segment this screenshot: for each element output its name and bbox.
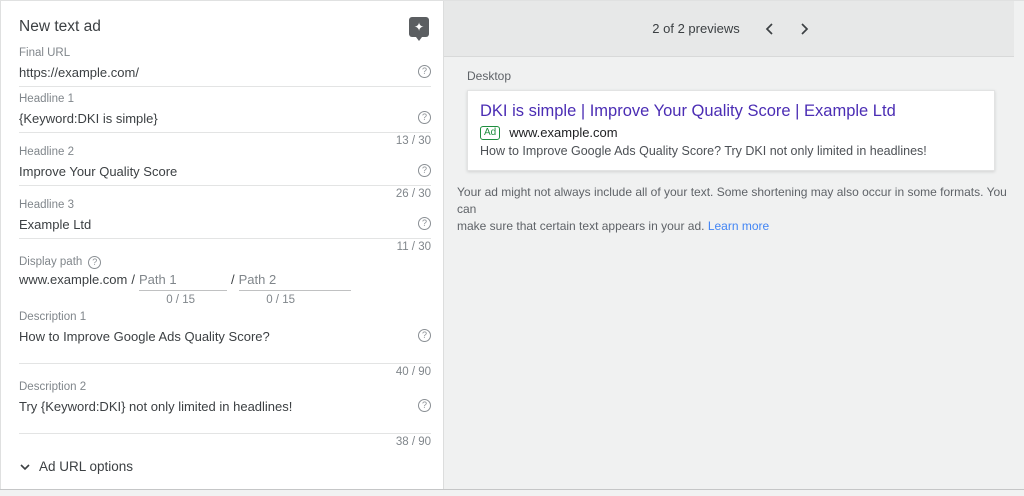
ad-preview-display-url: www.example.com [509, 125, 618, 140]
form-title: New text ad [19, 18, 101, 35]
ad-preview-panel: 2 of 2 previews Desktop DKI is simple | … [444, 1, 1024, 489]
path-2-char-counter: 0 / 15 [266, 294, 295, 306]
ad-preview-headline: DKI is simple | Improve Your Quality Sco… [480, 102, 896, 120]
headline-1-label: Headline 1 [19, 93, 74, 105]
display-path-help-icon[interactable] [88, 256, 102, 269]
final-url-label: Final URL [19, 47, 71, 59]
display-path-base-url: www.example.com [19, 272, 128, 287]
divider [19, 363, 431, 364]
divider [19, 433, 431, 434]
ad-url-options-label: Ad URL options [39, 459, 134, 474]
path-separator: / [231, 272, 235, 287]
preview-pager-bar: 2 of 2 previews [444, 1, 1024, 57]
headline-2-label: Headline 2 [19, 146, 74, 158]
headline-3-input[interactable]: Example Ltd [19, 217, 91, 232]
learn-more-link[interactable]: Learn more [708, 219, 769, 233]
ad-badge: Ad [480, 125, 501, 140]
preview-pager-text: 2 of 2 previews [652, 21, 740, 36]
description-2-label: Description 2 [19, 381, 87, 393]
ad-url-options-toggle[interactable]: Ad URL options [19, 459, 431, 474]
disclaimer-line-2: make sure that certain text appears in y… [457, 219, 705, 233]
path-2-input[interactable]: Path 2 [238, 272, 351, 291]
previous-preview-button[interactable] [758, 17, 782, 41]
final-url-input[interactable]: https://example.com/ [19, 65, 139, 80]
path-separator: / [131, 272, 135, 287]
preview-body: Desktop DKI is simple | Improve Your Qua… [444, 57, 1024, 235]
display-path-label: Display path [19, 256, 83, 268]
path-1-input[interactable]: Path 1 [139, 272, 227, 291]
description-2-input[interactable]: Try {Keyword:DKI} not only limited in he… [19, 399, 292, 414]
text-ad-form-panel: New text ad Final URL https://example.co… [0, 1, 444, 489]
headline-1-char-counter: 13 / 30 [395, 135, 431, 147]
preview-disclaimer: Your ad might not always include all of … [457, 184, 1024, 235]
ad-suggestion-sparkle-icon[interactable] [409, 17, 429, 41]
description-1-char-counter: 40 / 90 [395, 366, 431, 378]
chevron-right-icon [801, 22, 808, 35]
field-description-2: Description 2 Try {Keyword:DKI} not only… [19, 381, 431, 448]
headline-2-input[interactable]: Improve Your Quality Score [19, 164, 177, 179]
next-preview-button[interactable] [792, 17, 816, 41]
description-1-input[interactable]: How to Improve Google Ads Quality Score? [19, 329, 270, 344]
ad-preview-description: How to Improve Google Ads Quality Score?… [480, 144, 927, 158]
description-2-char-counter: 38 / 90 [395, 436, 431, 448]
ad-preview-card: DKI is simple | Improve Your Quality Sco… [467, 90, 995, 171]
field-headline-1: Headline 1 {Keyword:DKI is simple} 13 / … [19, 93, 431, 147]
headline-1-input[interactable]: {Keyword:DKI is simple} [19, 111, 158, 126]
path-1-char-counter: 0 / 15 [166, 294, 195, 306]
divider [19, 185, 431, 186]
field-description-1: Description 1 How to Improve Google Ads … [19, 311, 431, 378]
field-headline-2: Headline 2 Improve Your Quality Score 26… [19, 146, 431, 200]
divider [19, 132, 431, 133]
headline-2-char-counter: 26 / 30 [395, 188, 431, 200]
field-display-path: Display path www.example.com / Path 1 / … [19, 256, 431, 306]
description-1-help-icon[interactable] [418, 329, 431, 342]
field-headline-3: Headline 3 Example Ltd 11 / 30 [19, 199, 431, 253]
headline-3-help-icon[interactable] [418, 217, 431, 230]
disclaimer-line-1: Your ad might not always include all of … [457, 185, 1007, 216]
chevron-down-icon [20, 463, 30, 470]
divider [19, 238, 431, 239]
headline-3-label: Headline 3 [19, 199, 74, 211]
divider [19, 86, 431, 87]
scrollbar-track[interactable] [1014, 1, 1024, 489]
chevron-left-icon [765, 22, 773, 35]
final-url-help-icon[interactable] [418, 65, 431, 78]
headline-3-char-counter: 11 / 30 [396, 241, 431, 253]
device-label: Desktop [467, 69, 512, 83]
field-final-url: Final URL https://example.com/ [19, 47, 431, 87]
form-header: New text ad [19, 17, 431, 41]
description-1-label: Description 1 [19, 311, 87, 323]
headline-1-help-icon[interactable] [418, 111, 431, 124]
headline-2-help-icon[interactable] [418, 164, 431, 177]
ad-editor-window: New text ad Final URL https://example.co… [0, 0, 1024, 490]
description-2-help-icon[interactable] [418, 399, 431, 412]
